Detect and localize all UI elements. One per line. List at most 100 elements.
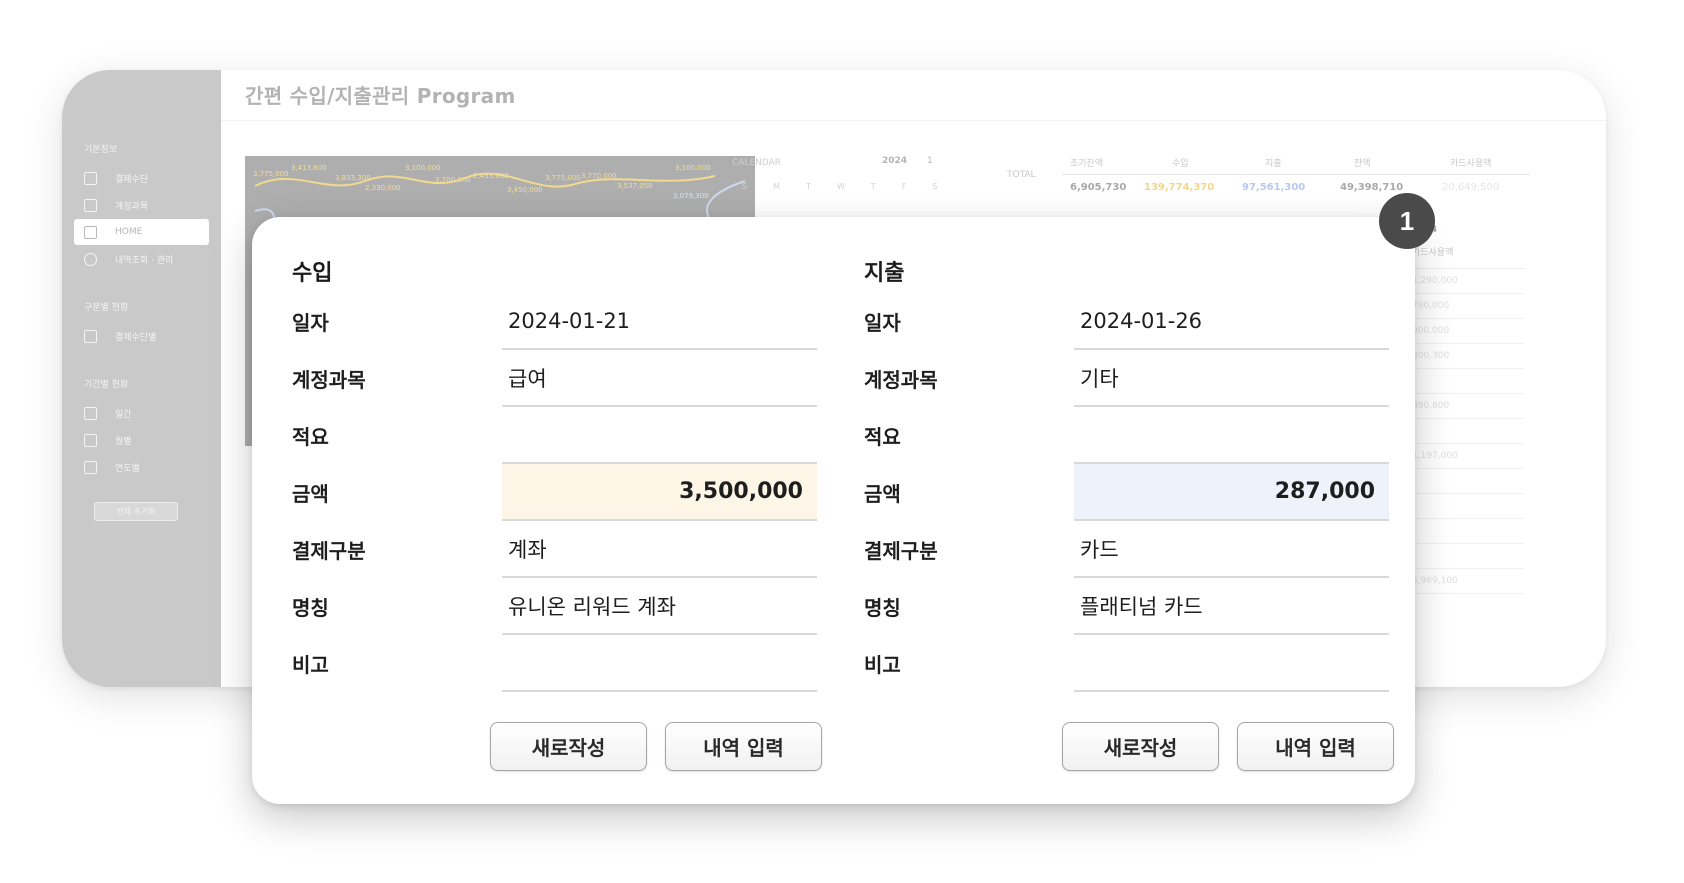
card-usage-cell: 900,000 <box>1412 326 1450 336</box>
income-date-field[interactable]: 2024-01-21 <box>502 293 817 350</box>
divider <box>221 120 1606 121</box>
chart-data-label: 3,079,300 <box>673 192 709 200</box>
calendar-icon <box>84 460 97 474</box>
sidebar-item-history[interactable]: 내역조회 · 관리 <box>74 246 209 272</box>
calendar-year: 2024 <box>882 156 908 166</box>
weekday: T <box>805 182 811 191</box>
summary-value: 139,774,370 <box>1144 182 1215 193</box>
wallet-icon <box>84 171 97 185</box>
income-submit-button[interactable]: 내역 입력 <box>665 722 822 771</box>
field-label: 금액 <box>864 482 901 506</box>
income-new-button[interactable]: 새로작성 <box>490 722 647 771</box>
home-icon <box>84 225 97 239</box>
income-note-row: 비고 <box>292 635 817 692</box>
calendar-icon <box>84 433 97 447</box>
income-title: 수입 <box>292 261 333 286</box>
card-usage-cell: 5,969,100 <box>1412 576 1458 586</box>
chart-data-label: 3,537,050 <box>617 182 653 190</box>
income-payment-field[interactable]: 계좌 <box>502 521 817 578</box>
sidebar-item-home[interactable]: HOME <box>74 219 209 245</box>
summary-header: 카드사용액 <box>1450 159 1492 169</box>
income-memo-row: 적요 <box>292 407 817 464</box>
field-label: 결제구분 <box>864 539 938 563</box>
income-account-field[interactable]: 급여 <box>502 350 817 407</box>
calendar-weekdays: S M T W T F S <box>742 182 937 191</box>
chart-data-label: 3,100,000 <box>675 164 711 172</box>
divider <box>1062 174 1530 175</box>
sidebar-item-daily[interactable]: 일간 <box>74 400 209 426</box>
income-name-field[interactable]: 유니온 리워드 계좌 <box>502 578 817 635</box>
weekday: T <box>870 182 876 191</box>
sidebar-item-by-payment[interactable]: 결제수단별 <box>74 323 209 349</box>
income-memo-field[interactable] <box>502 407 817 464</box>
summary-header: 수입 <box>1172 159 1189 169</box>
weekday: S <box>932 182 938 191</box>
expense-title: 지출 <box>864 261 905 286</box>
field-label: 명칭 <box>292 596 329 620</box>
chart-data-label: 3,450,000 <box>507 186 543 194</box>
expense-new-button[interactable]: 새로작성 <box>1062 722 1219 771</box>
income-account-row: 계정과목 급여 <box>292 350 817 407</box>
card-usage-cell: 1,290,000 <box>1412 276 1458 286</box>
field-label: 결제구분 <box>292 539 366 563</box>
expense-name-field[interactable]: 플래티넘 카드 <box>1074 578 1389 635</box>
card-usage-cell: 1,197,000 <box>1412 451 1458 461</box>
expense-payment-row: 결제구분 카드 <box>864 521 1389 578</box>
income-date-row: 일자 2024-01-21 <box>292 293 817 350</box>
expense-submit-button[interactable]: 내역 입력 <box>1237 722 1394 771</box>
income-amount-row: 금액 3,500,000 <box>292 464 817 521</box>
card-usage-cell: 890,800 <box>1412 401 1450 411</box>
sidebar-item-account[interactable]: 계정과목 <box>74 192 209 218</box>
entry-dialog: 수입 일자 2024-01-21 계정과목 급여 적요 금액 3,500,000… <box>252 217 1415 804</box>
field-label: 계정과목 <box>864 368 938 392</box>
chart-data-label: 2,433,600 <box>473 172 509 180</box>
reset-all-button[interactable]: 전체 초기화 <box>94 502 178 521</box>
sidebar-item-monthly[interactable]: 월별 <box>74 427 209 453</box>
expense-actions: 새로작성 내역 입력 <box>1062 722 1394 771</box>
expense-memo-field[interactable] <box>1074 407 1389 464</box>
chart-data-label: 2,330,000 <box>365 184 401 192</box>
summary-header: 잔액 <box>1354 159 1371 169</box>
field-label: 일자 <box>292 311 329 335</box>
step-badge: 1 <box>1379 193 1435 249</box>
field-label: 명칭 <box>864 596 901 620</box>
field-label: 일자 <box>864 311 901 335</box>
summary-value: 6,905,730 <box>1070 182 1127 193</box>
expense-note-field[interactable] <box>1074 635 1389 692</box>
expense-payment-field[interactable]: 카드 <box>1074 521 1389 578</box>
income-name-row: 명칭 유니온 리워드 계좌 <box>292 578 817 635</box>
expense-amount-row: 금액 287,000 <box>864 464 1389 521</box>
field-label: 비고 <box>864 653 901 677</box>
income-payment-row: 결제구분 계좌 <box>292 521 817 578</box>
income-panel: 수입 일자 2024-01-21 계정과목 급여 적요 금액 3,500,000… <box>292 255 817 692</box>
sidebar-item-yearly[interactable]: 연도별 <box>74 454 209 480</box>
income-note-field[interactable] <box>502 635 817 692</box>
field-label: 적요 <box>864 425 901 449</box>
expense-amount-field[interactable]: 287,000 <box>1074 464 1389 521</box>
document-icon <box>84 198 97 212</box>
chart-data-label: 3,775,000 <box>545 174 581 182</box>
sidebar-group-category: 구분별 현황 <box>84 303 129 313</box>
field-label: 비고 <box>292 653 329 677</box>
expense-account-field[interactable]: 기타 <box>1074 350 1389 407</box>
card-icon <box>84 329 97 343</box>
column-header: 카드사용액 <box>1412 248 1454 258</box>
sidebar-item-payment-method[interactable]: 결제수단 <box>74 165 209 191</box>
chart-data-label: 3,770,000 <box>581 172 617 180</box>
field-label: 계정과목 <box>292 368 366 392</box>
income-actions: 새로작성 내역 입력 <box>490 722 822 771</box>
income-amount-field[interactable]: 3,500,000 <box>502 464 817 521</box>
card-usage-cell: 790,000 <box>1412 301 1450 311</box>
chart-data-label: 3,833,300 <box>335 174 371 182</box>
chart-data-label: 3,413,600 <box>291 164 327 172</box>
calendar-icon <box>84 406 97 420</box>
expense-name-row: 명칭 플래티넘 카드 <box>864 578 1389 635</box>
app-title: 간편 수입/지출관리 Program <box>245 84 516 108</box>
weekday: M <box>773 182 780 191</box>
expense-date-field[interactable]: 2024-01-26 <box>1074 293 1389 350</box>
chart-data-label: 3,700,000 <box>435 176 471 184</box>
calendar-month: 1 <box>927 156 933 166</box>
chart-data-label: 3,775,000 <box>253 170 289 178</box>
field-label: 적요 <box>292 425 329 449</box>
chart-data-label: 3,100,000 <box>405 164 441 172</box>
